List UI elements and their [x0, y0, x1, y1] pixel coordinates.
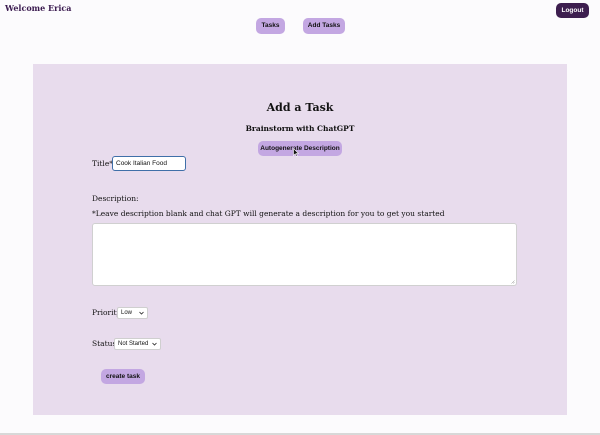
logout-button[interactable]: Logout: [556, 3, 589, 18]
status-select[interactable]: Not Started: [114, 338, 161, 350]
description-hint: *Leave description blank and chat GPT wi…: [92, 209, 445, 218]
welcome-text: Welcome Erica: [5, 3, 72, 13]
description-textarea[interactable]: [92, 223, 517, 286]
description-label: Description:: [92, 194, 139, 203]
add-tasks-nav-button[interactable]: Add Tasks: [303, 18, 345, 34]
autogenerate-description-button[interactable]: Autogenerate Description: [258, 141, 342, 156]
create-task-button[interactable]: create task: [101, 369, 145, 384]
chevron-down-icon: [152, 342, 157, 346]
priority-selected-value: Low: [121, 310, 133, 316]
priority-select[interactable]: Low: [117, 307, 148, 319]
title-input[interactable]: Cook Italian Food: [112, 156, 186, 171]
add-task-panel: Add a Task Brainstorm with ChatGPT Autog…: [33, 64, 567, 415]
brainstorm-subtitle: Brainstorm with ChatGPT: [245, 124, 355, 133]
page-title: Add a Task: [266, 101, 334, 114]
resize-grip-icon[interactable]: [511, 280, 515, 284]
status-selected-value: Not Started: [118, 341, 149, 347]
chevron-down-icon: [139, 311, 144, 315]
tasks-nav-button[interactable]: Tasks: [256, 18, 285, 34]
pointer-cursor-icon: [293, 148, 299, 157]
